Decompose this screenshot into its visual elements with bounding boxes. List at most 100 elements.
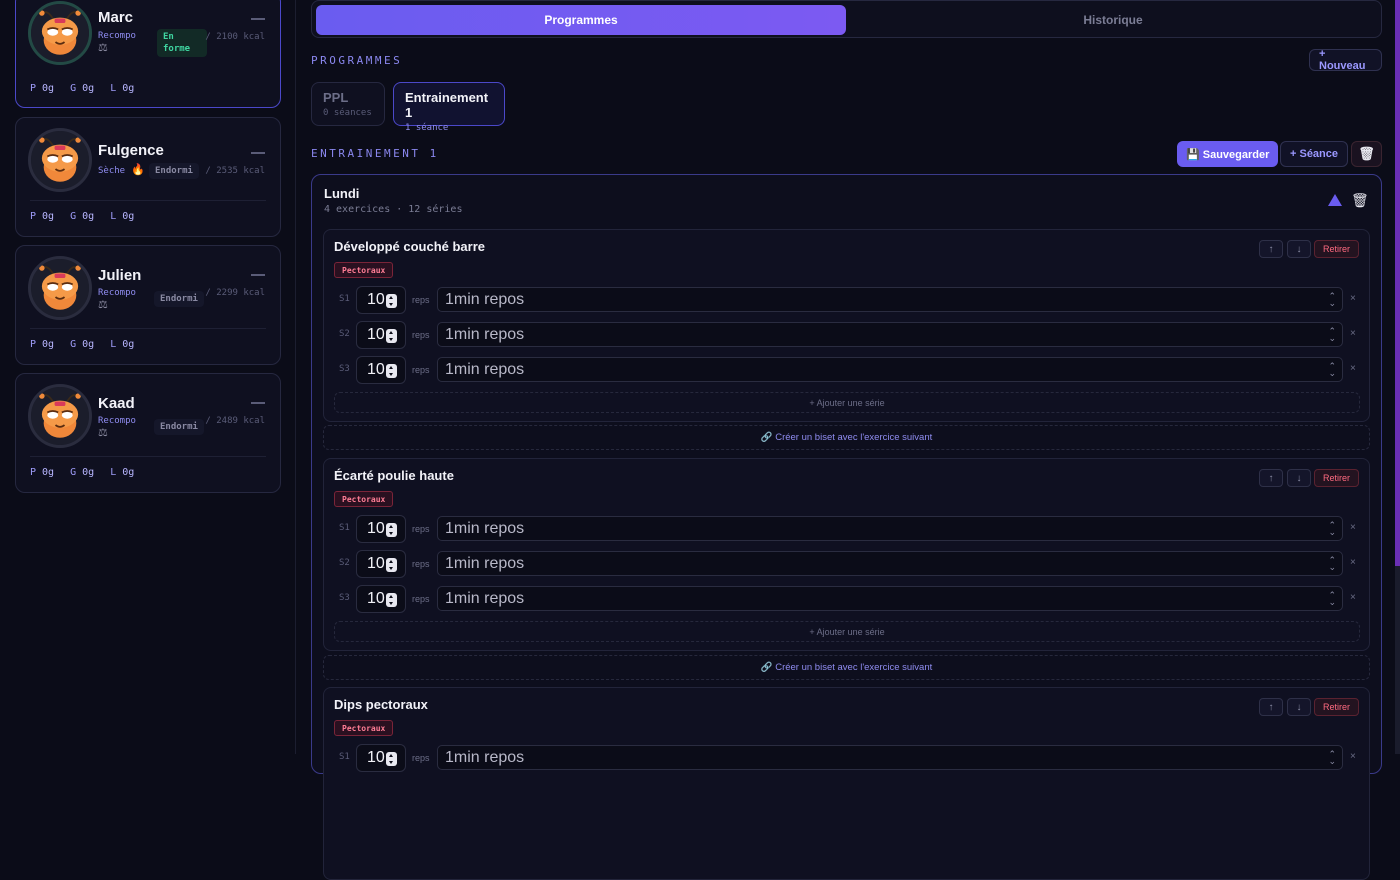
rest-select[interactable]: 1min repos ⌃ ⌄: [437, 586, 1343, 611]
exercise-card: Dips pectoraux Pectoraux ↑ ↓ Retirer S1 …: [323, 687, 1370, 880]
spinner-icon[interactable]: [386, 523, 397, 537]
set-label: S1: [339, 294, 350, 304]
set-label: S3: [339, 593, 350, 603]
user-kcal: / 2100 kcal: [205, 32, 265, 42]
create-biset-button[interactable]: 🔗 Créer un biset avec l'exercice suivant: [323, 425, 1370, 450]
save-button[interactable]: 💾 Sauvegarder: [1177, 141, 1279, 167]
program-name: PPL: [323, 90, 349, 105]
select-chevron-icon: ⌃ ⌄: [1328, 291, 1336, 308]
remove-set-button[interactable]: ×: [1350, 363, 1356, 374]
user-goal: Recompo: [98, 288, 136, 298]
reps-input[interactable]: 10: [356, 550, 406, 578]
reps-input[interactable]: 10: [356, 286, 406, 314]
set-row: S1 10 reps 1min repos ⌃ ⌄ ×: [324, 515, 1371, 543]
scale-icon: ⚖: [98, 299, 108, 311]
rest-select[interactable]: 1min repos ⌃ ⌄: [437, 287, 1343, 312]
reps-input[interactable]: 10: [356, 585, 406, 613]
spinner-icon[interactable]: [386, 752, 397, 766]
reps-input[interactable]: 10: [356, 356, 406, 384]
user-macros: P 0g G 0g L 0g: [30, 339, 135, 350]
spinner-icon[interactable]: [386, 364, 397, 378]
move-down-button[interactable]: ↓: [1287, 469, 1311, 487]
scale-icon: ⚖: [98, 427, 108, 439]
reps-unit: reps: [412, 295, 430, 305]
spinner-icon[interactable]: [386, 294, 397, 308]
add-set-button[interactable]: + Ajouter une série: [334, 392, 1360, 413]
create-biset-button[interactable]: 🔗 Créer un biset avec l'exercice suivant: [323, 655, 1370, 680]
program-sessions: 0 séances: [323, 108, 372, 118]
muscle-badge: Pectoraux: [334, 720, 394, 736]
tab-historique[interactable]: Historique: [848, 5, 1378, 35]
fire-icon: 🔥: [131, 164, 145, 176]
reps-unit: reps: [412, 594, 430, 604]
move-up-button[interactable]: ↑: [1259, 240, 1283, 258]
move-up-button[interactable]: ↑: [1259, 698, 1283, 716]
rest-select[interactable]: 1min repos ⌃ ⌄: [437, 357, 1343, 382]
move-down-button[interactable]: ↓: [1287, 698, 1311, 716]
select-chevron-icon: ⌃ ⌄: [1328, 749, 1336, 766]
spinner-icon[interactable]: [386, 329, 397, 343]
sidebar: Marc Recompo ⚖ En forme / 2100 kcal P 0g …: [0, 0, 296, 754]
dash-icon: [251, 402, 265, 404]
reps-input[interactable]: 10: [356, 321, 406, 349]
user-kcal: / 2535 kcal: [205, 166, 265, 176]
user-name: Marc: [98, 9, 134, 26]
new-program-button[interactable]: + Nouveau: [1309, 48, 1382, 72]
program-chip-entrainement-1[interactable]: Entrainement 1 1 séance: [393, 82, 505, 133]
program-section-title: ENTRAINEMENT 1: [311, 147, 439, 160]
exercise-name: Développé couché barre: [334, 239, 485, 254]
move-down-button[interactable]: ↓: [1287, 240, 1311, 258]
rest-select[interactable]: 1min repos ⌃ ⌄: [437, 745, 1343, 770]
program-name: Entrainement 1: [405, 90, 489, 120]
delete-program-button[interactable]: 🗑: [1351, 141, 1382, 167]
user-card-kaad[interactable]: Kaad Recompo ⚖ Endormi / 2489 kcal P 0g G…: [15, 373, 281, 493]
trash-icon[interactable]: 🗑: [1351, 192, 1369, 209]
select-chevron-icon: ⌃ ⌄: [1328, 520, 1336, 537]
rest-select[interactable]: 1min repos ⌃ ⌄: [437, 322, 1343, 347]
user-card-marc[interactable]: Marc Recompo ⚖ En forme / 2100 kcal P 0g …: [15, 0, 281, 108]
user-goal: Recompo: [98, 31, 136, 41]
session-summary: 4 exercices · 12 séries: [324, 204, 463, 215]
reps-input[interactable]: 10: [356, 515, 406, 543]
remove-exercise-button[interactable]: Retirer: [1314, 698, 1359, 716]
user-card-fulgence[interactable]: Fulgence Sèche 🔥 Endormi / 2535 kcal P 0g…: [15, 117, 281, 237]
exercise-name: Écarté poulie haute: [334, 468, 454, 483]
set-label: S2: [339, 329, 350, 339]
set-row: S3 10 reps 1min repos ⌃ ⌄ ×: [324, 356, 1371, 384]
user-card-julien[interactable]: Julien Recompo ⚖ Endormi / 2299 kcal P 0g…: [15, 245, 281, 365]
remove-exercise-button[interactable]: Retirer: [1314, 240, 1359, 258]
reps-unit: reps: [412, 365, 430, 375]
spinner-icon[interactable]: [386, 558, 397, 572]
reps-unit: reps: [412, 559, 430, 569]
remove-set-button[interactable]: ×: [1350, 328, 1356, 339]
add-session-button[interactable]: + Séance: [1280, 141, 1349, 167]
remove-exercise-button[interactable]: Retirer: [1314, 469, 1359, 487]
add-set-button[interactable]: + Ajouter une série: [334, 621, 1360, 642]
rest-select[interactable]: 1min repos ⌃ ⌄: [437, 551, 1343, 576]
set-label: S3: [339, 364, 350, 374]
scale-icon: ⚖: [98, 42, 108, 54]
dash-icon: [251, 274, 265, 276]
remove-set-button[interactable]: ×: [1350, 522, 1356, 533]
trash-icon: 🗑: [1358, 146, 1375, 161]
scrollbar-thumb[interactable]: [1395, 0, 1400, 566]
avatar: [28, 1, 92, 65]
window-scrollbar[interactable]: [1395, 0, 1400, 754]
collapse-triangle-icon[interactable]: [1328, 194, 1342, 206]
exercise-card: Écarté poulie haute Pectoraux ↑ ↓ Retire…: [323, 458, 1370, 651]
user-goal: Sèche: [98, 166, 126, 176]
user-state-badge: En forme: [157, 29, 207, 57]
spinner-icon[interactable]: [386, 593, 397, 607]
tab-programmes[interactable]: Programmes: [316, 5, 846, 35]
reps-unit: reps: [412, 753, 430, 763]
remove-set-button[interactable]: ×: [1350, 557, 1356, 568]
user-kcal: / 2489 kcal: [205, 416, 265, 426]
rest-select[interactable]: 1min repos ⌃ ⌄: [437, 516, 1343, 541]
select-chevron-icon: ⌃ ⌄: [1328, 361, 1336, 378]
program-chip-ppl[interactable]: PPL 0 séances: [311, 82, 385, 126]
remove-set-button[interactable]: ×: [1350, 592, 1356, 603]
move-up-button[interactable]: ↑: [1259, 469, 1283, 487]
remove-set-button[interactable]: ×: [1350, 293, 1356, 304]
remove-set-button[interactable]: ×: [1350, 751, 1356, 762]
reps-input[interactable]: 10: [356, 744, 406, 772]
